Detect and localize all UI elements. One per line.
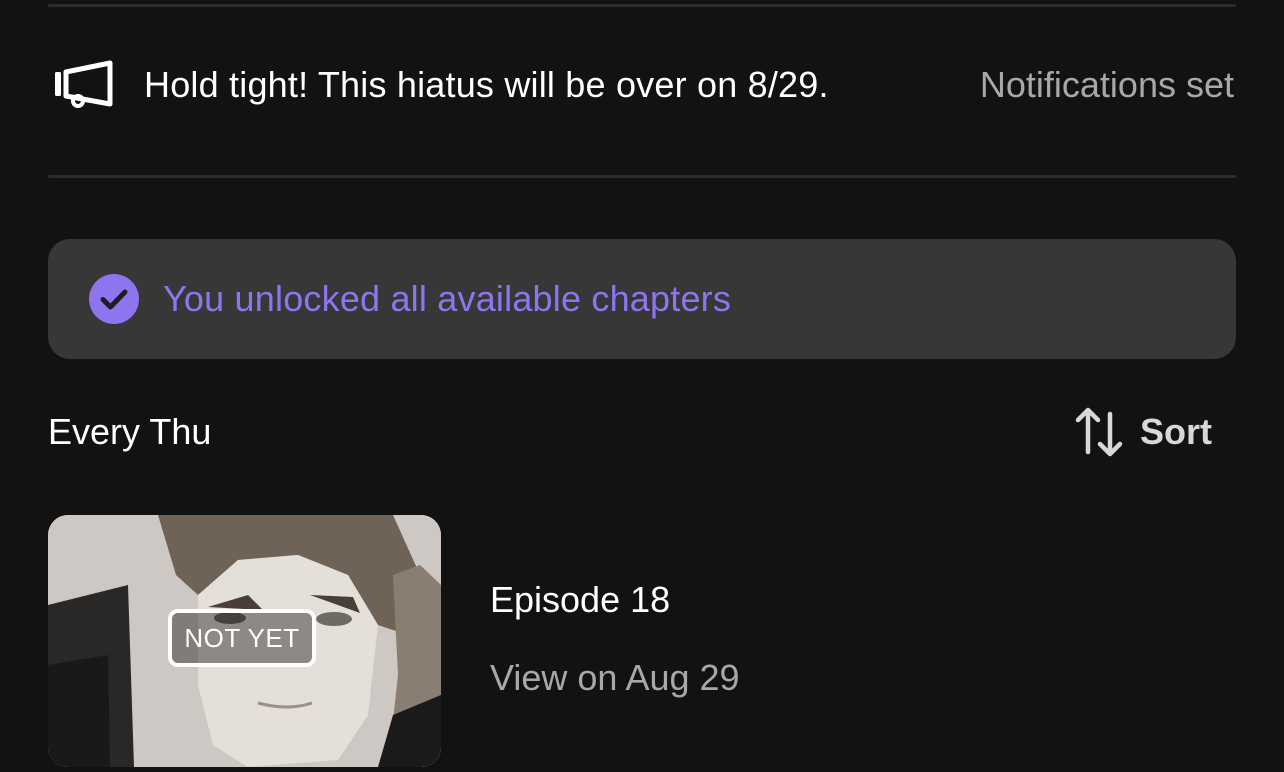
top-divider xyxy=(48,4,1236,7)
hiatus-message: Hold tight! This hiatus will be over on … xyxy=(144,64,829,105)
check-circle-icon xyxy=(89,274,139,324)
sort-arrows-icon xyxy=(1075,407,1123,457)
unlocked-chapters-text: You unlocked all available chapters xyxy=(163,278,732,319)
episode-thumbnail: NOT YET xyxy=(48,515,441,767)
notifications-set-button[interactable]: Notifications set xyxy=(980,64,1234,106)
episode-list-page: Hold tight! This hiatus will be over on … xyxy=(0,0,1284,772)
section-divider xyxy=(48,175,1236,178)
not-yet-badge: NOT YET xyxy=(168,609,316,667)
sort-label: Sort xyxy=(1140,411,1212,452)
hiatus-notice: Hold tight! This hiatus will be over on … xyxy=(48,40,1236,130)
episode-title: Episode 18 xyxy=(490,579,671,620)
episode-list-item[interactable]: NOT YET Episode 18 View on Aug 29 xyxy=(48,515,1236,772)
sort-button[interactable]: Sort xyxy=(1074,404,1212,460)
unlocked-chapters-banner: You unlocked all available chapters xyxy=(48,239,1236,359)
episode-availability: View on Aug 29 xyxy=(490,657,740,698)
megaphone-icon xyxy=(55,60,113,108)
release-schedule: Every Thu xyxy=(48,411,212,452)
schedule-row: Every Thu Sort xyxy=(48,400,1212,464)
